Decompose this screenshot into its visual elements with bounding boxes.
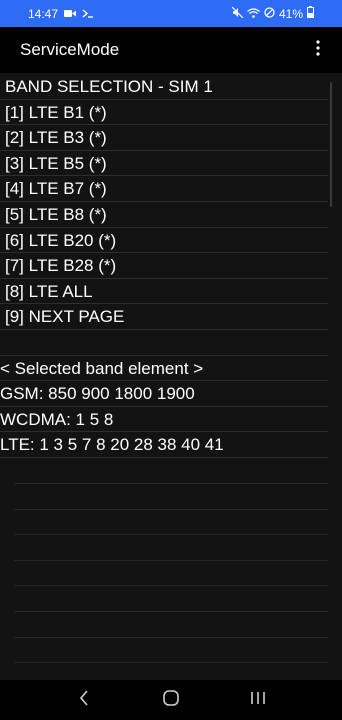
scrollbar-thumb[interactable]	[330, 82, 332, 207]
video-camera-icon	[64, 7, 77, 21]
menu-item-lte-b20[interactable]: [6] LTE B20 (*)	[0, 228, 328, 254]
app-bar: ServiceMode	[0, 27, 342, 73]
lte-bands: LTE: 1 3 5 7 8 20 28 38 40 41	[0, 432, 328, 458]
menu-item-lte-b28[interactable]: [7] LTE B28 (*)	[0, 253, 328, 279]
empty-row-divider	[14, 483, 328, 484]
battery-icon	[307, 6, 314, 21]
status-time: 14:47	[28, 6, 59, 21]
status-left: 14:47	[28, 7, 94, 21]
empty-row-divider	[14, 508, 328, 510]
navigation-bar	[0, 680, 342, 720]
gsm-bands: GSM: 850 900 1800 1900	[0, 381, 328, 407]
home-circle-icon	[163, 689, 179, 711]
more-options-button[interactable]	[308, 35, 328, 65]
empty-row-divider	[14, 636, 328, 638]
menu-item-lte-b8[interactable]: [5] LTE B8 (*)	[0, 202, 328, 228]
empty-row-divider	[14, 611, 328, 612]
recent-apps-button[interactable]	[238, 680, 278, 720]
menu-item-next-page[interactable]: [9] NEXT PAGE	[0, 304, 328, 330]
menu-header: BAND SELECTION - SIM 1	[0, 74, 328, 100]
wifi-icon	[247, 7, 260, 21]
menu-item-lte-b1[interactable]: [1] LTE B1 (*)	[0, 100, 328, 126]
more-vert-icon	[316, 39, 320, 61]
mute-icon	[231, 6, 244, 21]
blank-row	[0, 330, 328, 356]
menu-item-lte-all[interactable]: [8] LTE ALL	[0, 279, 328, 305]
service-mode-list: BAND SELECTION - SIM 1 [1] LTE B1 (*) [2…	[0, 73, 342, 680]
selected-band-heading: < Selected band element >	[0, 356, 328, 382]
empty-row-divider	[14, 559, 328, 561]
home-button[interactable]	[151, 680, 191, 720]
empty-row-divider	[14, 662, 328, 664]
app-title: ServiceMode	[20, 40, 120, 59]
recents-icon	[250, 691, 266, 710]
empty-row-divider	[14, 585, 328, 587]
back-chevron-icon	[79, 689, 89, 711]
menu-item-lte-b7[interactable]: [4] LTE B7 (*)	[0, 176, 328, 202]
status-bar: 14:47 41%	[0, 0, 342, 27]
empty-row-divider	[14, 534, 328, 536]
terminal-icon	[82, 7, 94, 21]
wcdma-bands: WCDMA: 1 5 8	[0, 407, 328, 433]
menu-item-lte-b5[interactable]: [3] LTE B5 (*)	[0, 151, 328, 177]
back-button[interactable]	[64, 680, 104, 720]
no-signal-icon	[264, 6, 275, 21]
status-right: 41%	[231, 6, 314, 21]
battery-percent: 41%	[278, 6, 303, 21]
menu-item-lte-b3[interactable]: [2] LTE B3 (*)	[0, 125, 328, 151]
